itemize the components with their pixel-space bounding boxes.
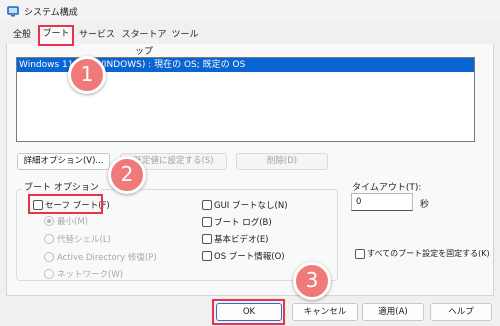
boot-log-checkbox[interactable] [202, 217, 212, 227]
boot-options-label: ブート オプション [22, 180, 101, 193]
make-permanent-label: すべてのブート設定を固定する(K) [367, 249, 490, 258]
callout-box-ok [212, 299, 285, 325]
radio-alternate-shell[interactable] [44, 234, 54, 244]
radio-ad-repair-label: Active Directory 修復(P) [57, 253, 157, 263]
system-config-app-icon [7, 5, 19, 17]
tab-startup[interactable]: スタートアップ [118, 27, 170, 57]
help-button[interactable]: ヘルプ [430, 303, 492, 321]
base-video-label: 基本ビデオ(E) [214, 235, 269, 245]
radio-network[interactable] [44, 269, 54, 279]
callout-badge-2: 2 [108, 156, 146, 194]
window-title: システム構成 [24, 8, 78, 18]
radio-alternate-shell-label: 代替シェル(L) [57, 235, 111, 245]
os-boot-info-checkbox[interactable] [202, 251, 212, 261]
make-permanent-checkbox[interactable] [355, 249, 365, 259]
timeout-label: タイムアウト(T): [352, 183, 422, 193]
boot-log-label: ブート ログ(B) [214, 218, 272, 228]
os-boot-info-label: OS ブート情報(O) [214, 252, 285, 262]
tab-tools[interactable]: ツール [171, 27, 199, 44]
advanced-options-button[interactable]: 詳細オプション(V)... [17, 153, 110, 170]
tab-services[interactable]: サービス [78, 27, 116, 44]
callout-box-safe-boot [28, 194, 103, 214]
radio-minimal[interactable] [44, 216, 54, 226]
radio-minimal-label: 最小(M) [57, 217, 88, 227]
timeout-unit: 秒 [420, 200, 430, 210]
callout-badge-3: 3 [293, 262, 331, 300]
tab-general[interactable]: 全般 [9, 27, 35, 44]
no-gui-boot-checkbox[interactable] [202, 200, 212, 210]
base-video-checkbox[interactable] [202, 234, 212, 244]
radio-ad-repair[interactable] [44, 252, 54, 262]
callout-box-boot-tab [38, 25, 74, 46]
radio-network-label: ネットワーク(W) [57, 270, 124, 280]
delete-button[interactable]: 削除(D) [236, 153, 328, 170]
callout-badge-1: 1 [68, 56, 106, 94]
cancel-button[interactable]: キャンセル [292, 303, 358, 321]
timeout-input[interactable]: 0 [351, 193, 413, 211]
no-gui-boot-label: GUI ブートなし(N) [214, 201, 288, 211]
apply-button[interactable]: 適用(A) [362, 303, 424, 321]
